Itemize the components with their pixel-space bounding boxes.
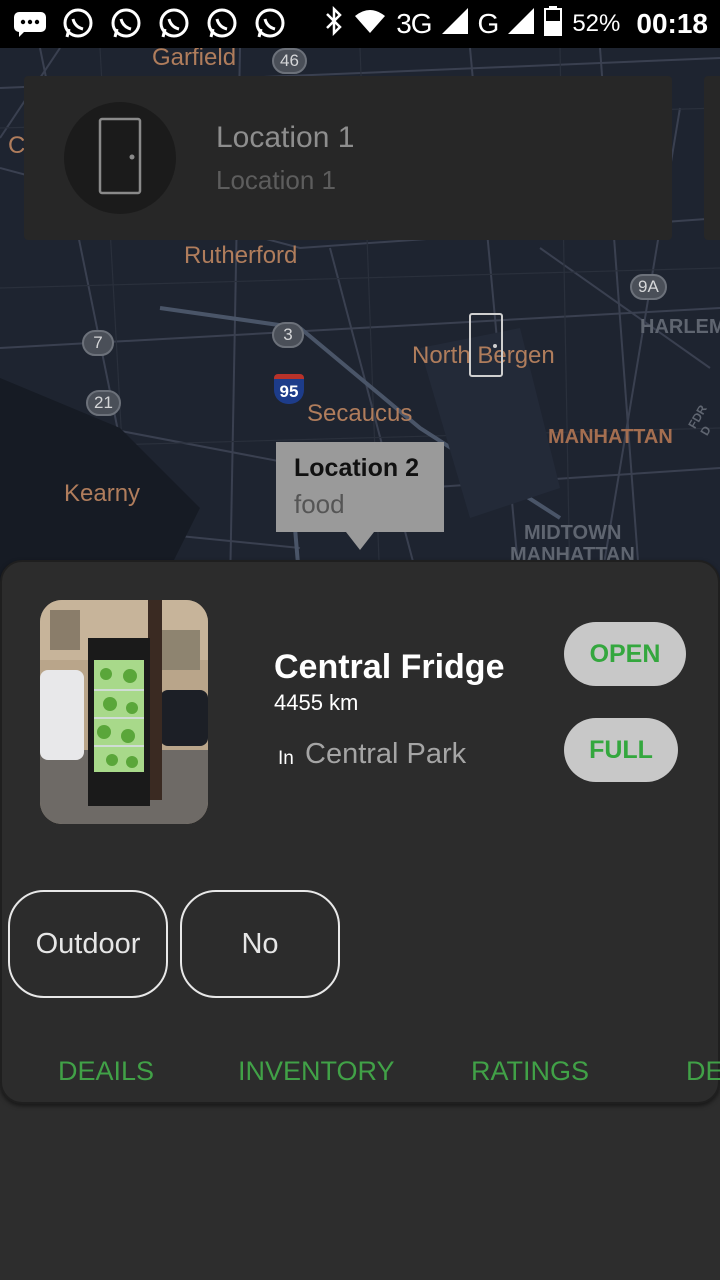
map-view[interactable]: Garfield C Rutherford North Bergen Secau… [0,48,720,588]
interstate-shield: 95 [274,374,304,404]
door-icon [98,117,142,200]
location-card-next[interactable] [704,76,720,240]
route-shield: 3 [272,322,304,348]
bluetooth-icon [324,5,344,43]
fridge-distance: 4455 km [274,690,359,715]
fridge-name: Central Fridge [274,648,505,686]
route-shield: 46 [272,48,307,74]
place-label: Secaucus [307,400,413,427]
in-label: In [278,748,294,769]
fridge-details-sheet[interactable]: Central Fridge 4455 km In Central Park O… [0,560,720,1104]
location-card[interactable]: Location 1 Location 1 [24,76,672,240]
info-window-title: Location 2 [294,454,420,482]
status-full-badge[interactable]: FULL [564,718,678,782]
tab-bar: DEAILS INVENTORY RATINGS DE [2,1056,720,1096]
place-label: Garfield [152,48,237,71]
clock: 00:18 [636,8,708,39]
route-shield: 7 [82,330,114,356]
place-label: MIDTOWN [524,522,622,544]
whatsapp-icon [252,6,288,42]
info-window-subtitle: food [294,489,345,519]
fridge-area: Central Park [305,738,467,770]
message-icon [12,6,48,42]
route-shield: 9A [630,274,667,300]
place-label: C [8,132,26,159]
whatsapp-icon [204,6,240,42]
status-bar: 3G G 52% 00:18 [0,0,720,48]
wifi-icon [354,8,386,41]
signal-icon [441,7,468,41]
battery-icon [544,5,563,43]
route-shield: 21 [86,390,121,416]
door-avatar [64,102,176,214]
status-open-badge[interactable]: OPEN [564,622,686,686]
place-label: MANHATTAN [548,426,673,448]
door-marker-icon[interactable] [468,312,504,378]
location-title: Location 1 [216,120,355,154]
network-type: 3G [396,8,432,39]
place-label: HARLEM [640,316,720,338]
fridge-photo [40,600,208,824]
place-label: Rutherford [184,242,298,269]
tab-ratings[interactable]: RATINGS [471,1056,589,1087]
location-subtitle: Location 1 [216,164,336,195]
network-type-2: G [477,8,500,39]
tab-details[interactable]: DEAILS [58,1056,154,1087]
whatsapp-icon [60,6,96,42]
whatsapp-icon [156,6,192,42]
whatsapp-icon [108,6,144,42]
app-root: 3G G 52% 00:18 Garfield C Rutherford Nor… [0,0,720,1280]
chip-outdoor[interactable]: Outdoor [8,890,168,998]
tab-inventory[interactable]: INVENTORY [238,1056,395,1087]
chip-no[interactable]: No [180,890,340,998]
signal-icon-2 [508,7,535,41]
place-label: Kearny [64,480,141,507]
tab-more[interactable]: DE [686,1056,720,1087]
marker-info-window[interactable]: Location 2 food [276,442,444,550]
battery-percent: 52% [572,10,621,37]
